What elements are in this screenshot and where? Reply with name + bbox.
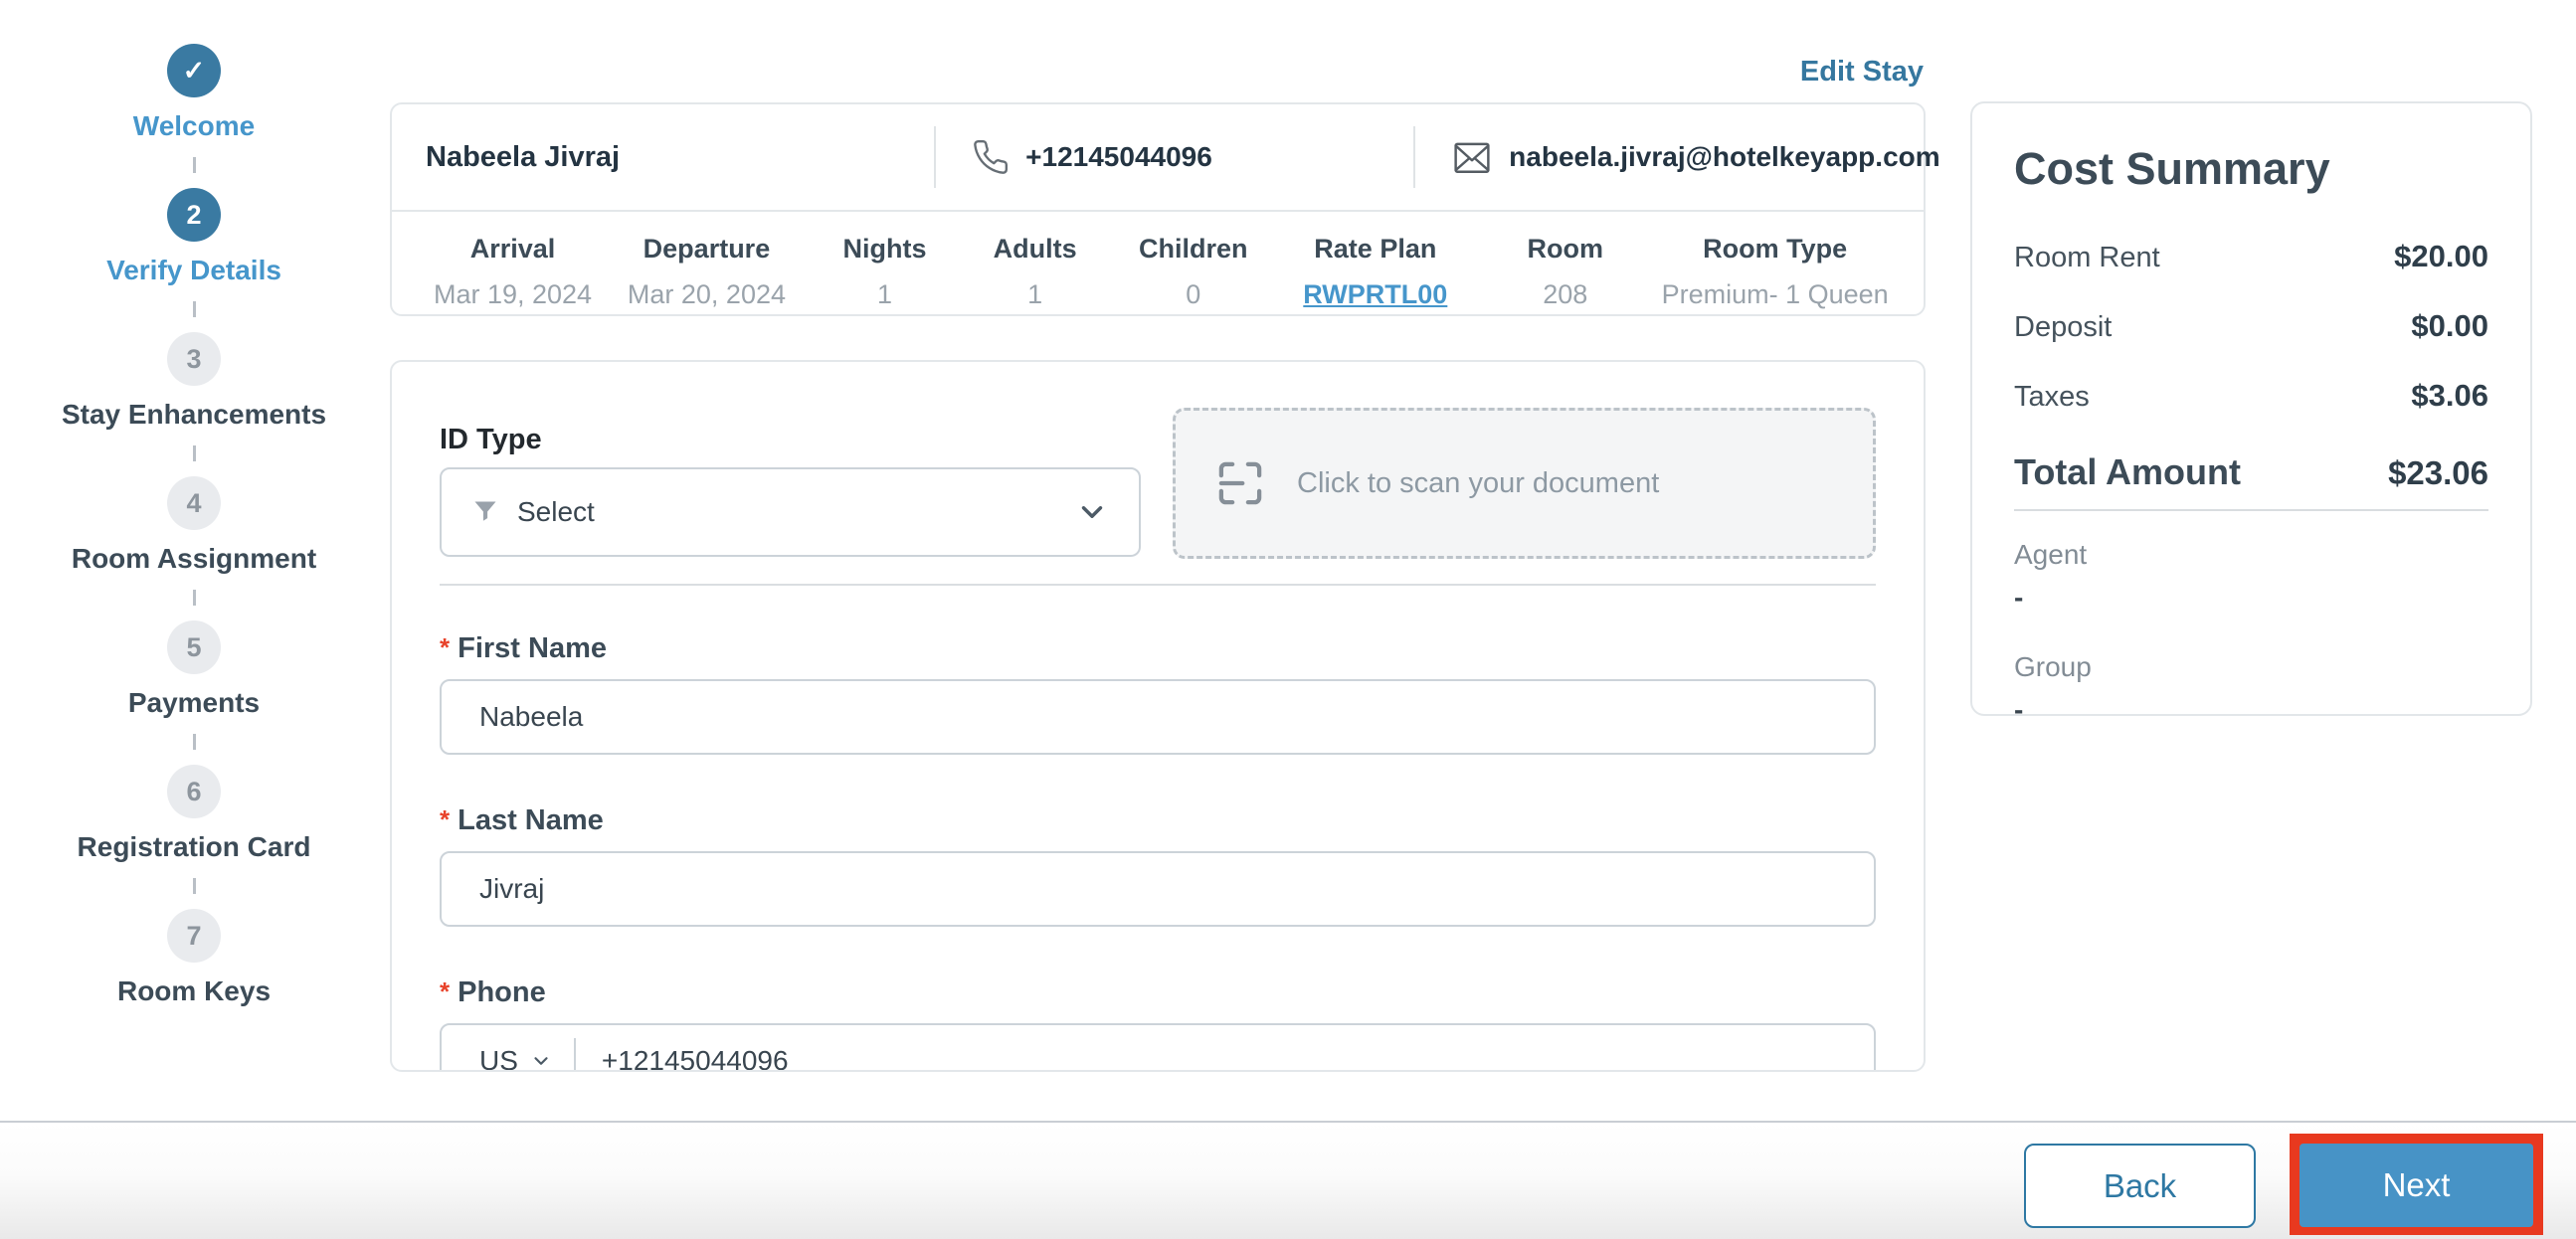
required-asterisk: * — [440, 632, 451, 662]
step-connector — [192, 445, 196, 461]
scan-icon — [1213, 456, 1267, 510]
guest-details-form-card: ID Type Select Click to scan your docume… — [390, 360, 1926, 1072]
required-asterisk: * — [440, 976, 451, 1006]
guest-summary-card: Nabeela Jivraj +12145044096 nabeela.jivr… — [390, 102, 1940, 316]
stay-field-room: Room 208 — [1527, 234, 1604, 309]
cost-summary-title: Cost Summary — [2014, 143, 2330, 194]
agent-label: Agent — [2014, 539, 2088, 570]
email-icon — [1451, 139, 1493, 175]
step-connector — [192, 590, 196, 606]
step-connector — [192, 734, 196, 750]
stepper-item-stay-enhancements[interactable]: 3 Stay Enhancements — [62, 332, 326, 431]
step-label: Payments — [127, 687, 261, 718]
step-connector — [192, 157, 196, 173]
guest-name: Nabeela Jivraj — [426, 140, 621, 173]
stepper-item-registration-card[interactable]: 6 Registration Card — [77, 765, 311, 863]
required-asterisk: * — [440, 804, 451, 834]
step-label: Welcome — [132, 110, 256, 141]
edit-stay-link[interactable]: Edit Stay — [1800, 56, 1924, 88]
step-number: 2 — [167, 188, 221, 242]
back-button[interactable]: Back — [2024, 1144, 2256, 1228]
cost-summary-divider — [2014, 509, 2488, 511]
step-check-icon: ✓ — [166, 44, 221, 97]
stay-field-room-type: Room Type Premium- 1 Queen — [1661, 234, 1889, 309]
guest-contact-row: Nabeela Jivraj +12145044096 nabeela.jivr… — [392, 104, 1940, 210]
stay-field-rate-plan: Rate Plan RWPRTL00 — [1276, 234, 1474, 310]
cost-row-room-rent: Room Rent $20.00 — [2014, 239, 2488, 273]
rate-plan-link[interactable]: RWPRTL00 — [1276, 279, 1474, 310]
stepper-item-room-assignment[interactable]: 4 Room Assignment — [72, 476, 316, 575]
group-value: - — [2014, 694, 2024, 725]
stepper-item-room-keys[interactable]: 7 Room Keys — [117, 909, 271, 1007]
step-number: 6 — [167, 765, 221, 818]
form-section-divider — [440, 584, 1876, 586]
stay-field-departure: Departure Mar 20, 2024 — [627, 234, 786, 309]
stay-field-children: Children 0 — [1139, 234, 1248, 309]
guest-phone: +12145044096 — [1025, 141, 1212, 172]
stepper-item-verify-details[interactable]: 2 Verify Details — [106, 188, 281, 286]
stay-field-adults: Adults 1 — [993, 234, 1077, 309]
first-name-value: Nabeela — [479, 701, 584, 732]
chevron-down-icon — [530, 1050, 552, 1070]
id-type-select[interactable]: Select — [440, 467, 1141, 557]
first-name-field[interactable]: Nabeela — [440, 679, 1876, 755]
phone-input-divider — [573, 1038, 576, 1070]
id-type-label: ID Type — [440, 424, 542, 455]
phone-icon — [972, 138, 1010, 176]
step-number: 5 — [166, 620, 221, 674]
cost-row-total: Total Amount $23.06 — [2014, 451, 2488, 492]
agent-value: - — [2014, 582, 2024, 613]
stepper-item-payments[interactable]: 5 Payments — [128, 620, 260, 719]
guest-email-section: nabeela.jivraj@hotelkeyapp.com — [1413, 126, 1940, 188]
stay-field-nights: Nights 1 — [842, 234, 927, 309]
last-name-value: Jivraj — [479, 873, 545, 904]
checkin-page: { "page": { "edit_stay": "Edit Stay" }, … — [0, 0, 2576, 1239]
phone-country-selector[interactable]: US — [479, 1045, 518, 1070]
cost-row-taxes: Taxes $3.06 — [2014, 378, 2488, 413]
step-number: 3 — [166, 332, 221, 386]
first-name-label: * First Name — [440, 632, 608, 664]
cost-row-deposit: Deposit $0.00 — [2014, 308, 2488, 343]
guest-phone-section: +12145044096 — [934, 126, 1413, 188]
id-type-selected-value: Select — [517, 496, 595, 527]
step-label: Stay Enhancements — [61, 399, 327, 430]
phone-label: * Phone — [440, 976, 546, 1008]
stay-details-row: Arrival Mar 19, 2024 Departure Mar 20, 2… — [392, 210, 1924, 310]
scan-document-text: Click to scan your document — [1297, 466, 1660, 499]
checkin-stepper: ✓ Welcome 2 Verify Details 3 Stay Enhanc… — [40, 44, 348, 1007]
step-connector — [192, 878, 196, 894]
step-label: Registration Card — [77, 831, 311, 862]
filter-icon — [471, 498, 499, 526]
step-label: Room Assignment — [71, 543, 317, 574]
stepper-item-welcome[interactable]: ✓ Welcome — [133, 44, 255, 142]
main-content: Edit Stay Nabeela Jivraj +12145044096 na… — [390, 0, 1940, 1114]
step-connector — [192, 301, 196, 317]
phone-value: +12145044096 — [601, 1045, 789, 1072]
last-name-label: * Last Name — [440, 804, 604, 836]
step-label: Verify Details — [106, 255, 281, 285]
step-number: 7 — [166, 909, 221, 963]
next-button[interactable]: Next — [2300, 1144, 2533, 1227]
guest-email: nabeela.jivraj@hotelkeyapp.com — [1509, 141, 1940, 172]
annotation-highlight-box: Next — [2290, 1134, 2543, 1235]
cost-summary-panel: Cost Summary Room Rent $20.00 Deposit $0… — [1970, 101, 2532, 725]
phone-field[interactable]: US +12145044096 — [440, 1023, 1876, 1072]
wizard-footer: Back Next — [0, 1121, 2576, 1239]
guest-name-section: Nabeela Jivraj — [392, 104, 934, 210]
scan-document-button[interactable]: Click to scan your document — [1173, 408, 1876, 559]
step-number: 4 — [167, 476, 221, 530]
stay-field-arrival: Arrival Mar 19, 2024 — [433, 234, 593, 309]
step-label: Room Keys — [116, 975, 272, 1006]
last-name-field[interactable]: Jivraj — [440, 851, 1876, 927]
chevron-down-icon — [1075, 495, 1109, 529]
group-label: Group — [2014, 651, 2092, 682]
